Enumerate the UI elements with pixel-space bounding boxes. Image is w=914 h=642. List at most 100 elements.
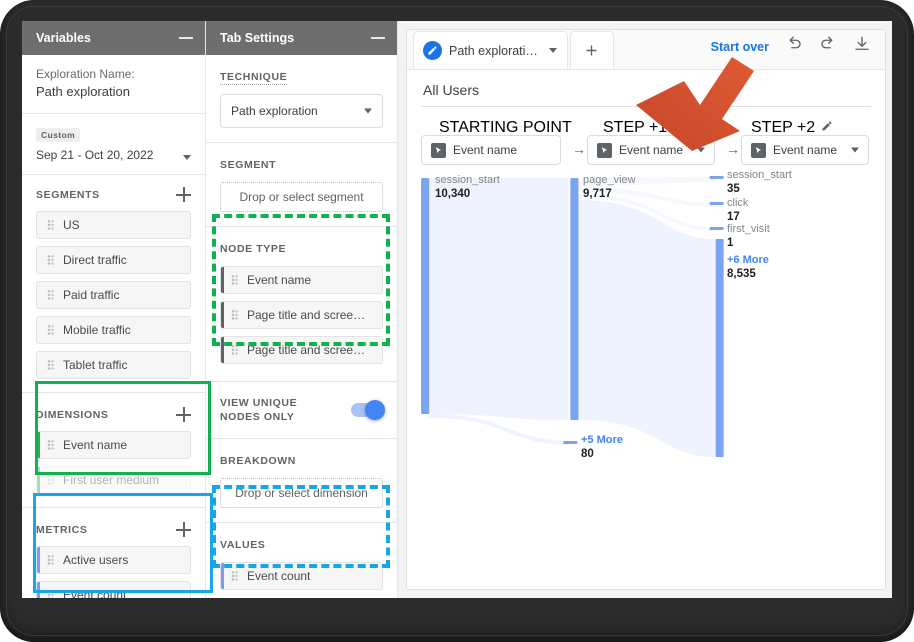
arrow-shape <box>636 57 754 151</box>
metrics-list: Active users Event count <box>36 546 191 598</box>
chip-color-bar <box>37 317 40 343</box>
drag-handle-icon[interactable] <box>47 254 54 266</box>
chevron-down-icon[interactable] <box>851 147 859 153</box>
cursor-select-icon <box>431 142 446 158</box>
technique-select[interactable]: Path exploration <box>220 94 383 128</box>
drag-handle-icon[interactable] <box>231 570 238 582</box>
segment-chip[interactable]: Mobile traffic <box>36 316 191 344</box>
device-frame: Variables Exploration Name: Path explora… <box>0 0 914 642</box>
technique-value: Path exploration <box>231 104 318 118</box>
sankey-value-click: 17 <box>727 211 740 223</box>
breakdown-dropzone[interactable]: Drop or select dimension <box>220 478 383 509</box>
tab-path-exploration[interactable]: Path explorati… <box>413 31 568 69</box>
dimensions-section: DIMENSIONS Event name First user medium <box>22 393 205 507</box>
sankey-node-click[interactable] <box>709 202 724 205</box>
segments-list: US Direct traffic Paid traffic Mobile tr… <box>36 211 191 379</box>
sankey-node-first-visit[interactable] <box>709 227 724 230</box>
segment-label: Mobile traffic <box>63 323 131 337</box>
minimize-icon[interactable] <box>371 37 385 39</box>
sankey-svg <box>421 176 724 457</box>
dimensions-list: Event name First user medium <box>36 431 191 494</box>
value-chip[interactable]: Event count <box>220 562 383 591</box>
drag-handle-icon[interactable] <box>47 474 54 486</box>
sankey-label-session-start: session_start <box>435 174 500 186</box>
cursor-select-icon <box>597 142 612 158</box>
dimension-label: Event name <box>63 438 128 452</box>
view-unique-nodes-toggle[interactable] <box>351 400 385 421</box>
chip-color-bar <box>221 302 224 328</box>
segment-section: SEGMENT Drop or select segment <box>206 143 397 226</box>
values-label: VALUES <box>220 539 266 552</box>
view-unique-nodes-section: VIEW UNIQUE NODES ONLY <box>206 382 397 438</box>
sankey-label-more5[interactable]: +5 More <box>581 434 623 446</box>
add-metric-button[interactable] <box>176 522 191 537</box>
exploration-name-block[interactable]: Exploration Name: Path exploration <box>22 55 205 113</box>
sankey-node-session-start-2[interactable] <box>709 176 724 179</box>
chevron-down-icon[interactable] <box>183 155 191 160</box>
drag-handle-icon[interactable] <box>47 289 54 301</box>
date-range-selector[interactable]: Custom Sep 21 - Oct 20, 2022 <box>22 114 205 174</box>
drag-handle-icon[interactable] <box>47 324 54 336</box>
add-segment-button[interactable] <box>176 187 191 202</box>
selector-label: Event name <box>453 143 518 157</box>
chip-color-bar <box>221 337 224 363</box>
node-type-chip[interactable]: Page title and scree… <box>220 301 383 329</box>
chip-color-bar <box>37 547 40 573</box>
segment-label: Tablet traffic <box>63 358 128 372</box>
segment-chip[interactable]: US <box>36 211 191 239</box>
screen: Variables Exploration Name: Path explora… <box>22 21 892 598</box>
selector-starting-point[interactable]: Event name <box>421 135 561 165</box>
segment-chip[interactable]: Direct traffic <box>36 246 191 274</box>
node-type-item-label: Page title and scree… <box>247 308 366 322</box>
drag-handle-icon[interactable] <box>231 274 238 286</box>
value-label: Event count <box>247 569 311 584</box>
sankey-node-more5[interactable] <box>563 441 578 444</box>
sankey-label-page-view: page_view <box>583 174 636 186</box>
add-tab-button[interactable] <box>569 31 614 69</box>
dimension-chip-ghost[interactable]: First user medium <box>36 466 191 494</box>
sankey-chart: session_start 10,340 page_view 9,717 +5 … <box>407 169 885 563</box>
chip-color-bar <box>37 282 40 308</box>
sankey-node-page-view[interactable] <box>570 178 579 420</box>
drag-handle-icon[interactable] <box>47 359 54 371</box>
sankey-node-session-start[interactable] <box>421 178 430 414</box>
dimension-chip[interactable]: Event name <box>36 431 191 459</box>
breakdown-label: BREAKDOWN <box>220 455 296 468</box>
segment-label: SEGMENT <box>220 159 277 171</box>
chip-color-bar <box>37 432 40 458</box>
segment-dropzone[interactable]: Drop or select segment <box>220 182 383 212</box>
red-pointer-arrow <box>636 57 754 151</box>
metric-chip[interactable]: Event count <box>36 581 191 598</box>
node-type-item-label: Page title and scree… <box>247 343 366 357</box>
sankey-label-more6[interactable]: +6 More <box>727 254 769 266</box>
chevron-down-icon[interactable] <box>364 108 372 114</box>
technique-label: TECHNIQUE <box>220 71 288 85</box>
drag-handle-icon[interactable] <box>47 219 54 231</box>
sankey-label-click: click <box>727 197 749 209</box>
add-dimension-button[interactable] <box>176 407 191 422</box>
drag-handle-icon[interactable] <box>231 309 238 321</box>
drag-handle-icon[interactable] <box>231 344 238 356</box>
node-type-chip[interactable]: Page title and scree… <box>220 336 383 364</box>
tab-label: Path explorati… <box>449 43 538 58</box>
view-unique-nodes-label: VIEW UNIQUE NODES ONLY <box>220 397 298 424</box>
segment-chip[interactable]: Tablet traffic <box>36 351 191 379</box>
download-icon[interactable] <box>853 35 871 58</box>
node-type-chip[interactable]: Event name <box>220 266 383 294</box>
metric-chip[interactable]: Active users <box>36 546 191 574</box>
chevron-down-icon[interactable] <box>548 48 557 53</box>
drag-handle-icon[interactable] <box>47 589 54 598</box>
chip-color-bar <box>221 267 224 293</box>
minimize-icon[interactable] <box>179 37 193 39</box>
drag-handle-icon[interactable] <box>47 439 54 451</box>
chip-color-bar <box>37 212 40 238</box>
sankey-node-more6[interactable] <box>715 239 724 457</box>
node-type-item-label: Event name <box>247 273 312 287</box>
segment-dropzone-text: Drop or select segment <box>239 190 364 204</box>
tab-settings-header: Tab Settings <box>206 21 397 55</box>
segments-label: SEGMENTS <box>36 188 100 201</box>
metric-label: Active users <box>63 553 129 567</box>
segment-chip[interactable]: Paid traffic <box>36 281 191 309</box>
drag-handle-icon[interactable] <box>47 554 54 566</box>
chip-color-bar <box>37 467 40 493</box>
